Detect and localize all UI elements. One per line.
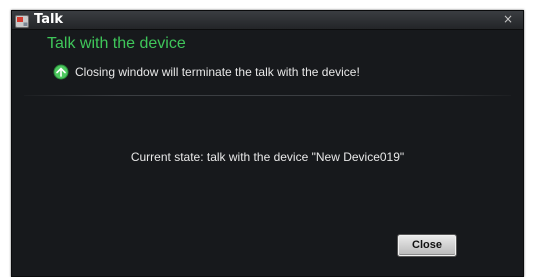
title-bar[interactable]: Talk × — [12, 11, 523, 30]
talk-app-icon — [15, 13, 29, 28]
dialog-heading: Talk with the device — [47, 35, 186, 52]
info-icon — [53, 64, 69, 80]
close-button[interactable]: Close — [398, 235, 456, 256]
close-icon[interactable]: × — [503, 12, 513, 27]
window-title: Talk — [34, 12, 64, 27]
notice-text: Closing window will terminate the talk w… — [75, 65, 360, 79]
talk-dialog: Talk × Talk with the device Closing wind… — [11, 10, 524, 277]
current-state-text: Current state: talk with the device "New… — [130, 150, 405, 164]
divider — [24, 95, 511, 96]
